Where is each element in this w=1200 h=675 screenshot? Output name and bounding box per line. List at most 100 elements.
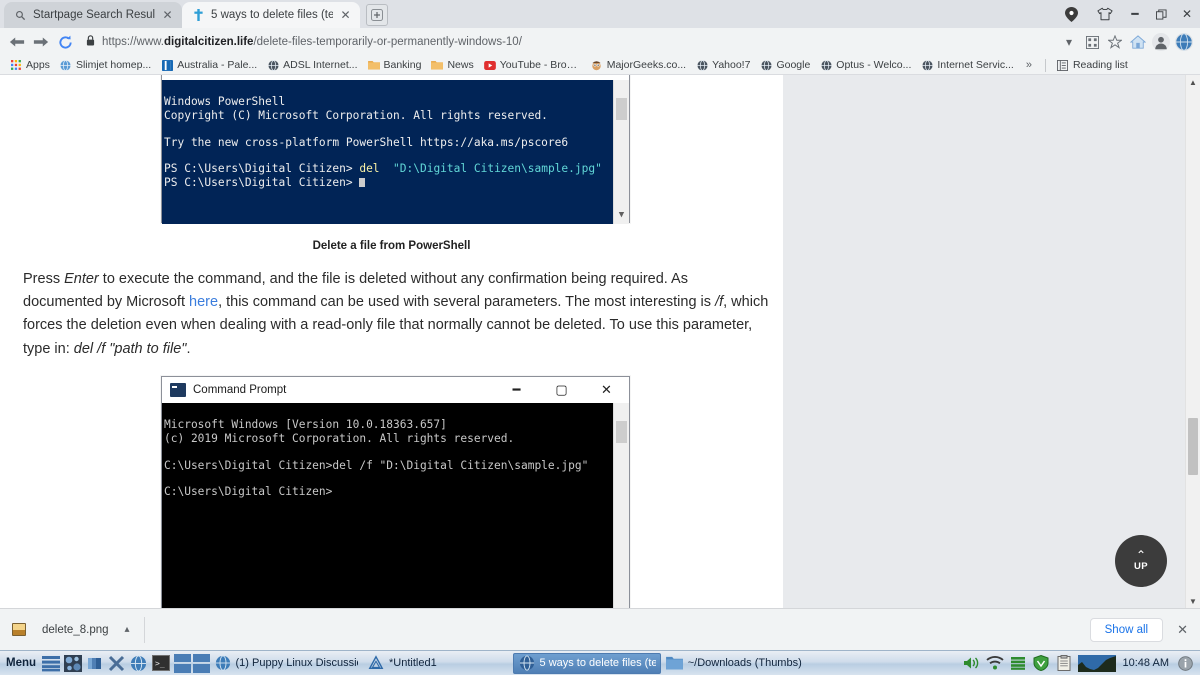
- wallpaper-icon[interactable]: [63, 654, 82, 673]
- clipboard-icon[interactable]: [1055, 654, 1074, 673]
- command-prompt-icon: [170, 383, 186, 397]
- start-menu-button[interactable]: Menu: [0, 657, 41, 669]
- x-close-icon[interactable]: [107, 654, 126, 673]
- bookmark-google[interactable]: Google: [756, 58, 814, 72]
- terminal-icon[interactable]: >_: [151, 654, 170, 673]
- reload-button-icon[interactable]: [54, 31, 76, 53]
- page-scrollbar[interactable]: ▲ ▼: [1185, 75, 1200, 608]
- cmd-scrollbar-thumb[interactable]: [616, 421, 627, 443]
- cmd-maximize-button[interactable]: ▢: [539, 377, 584, 403]
- bookmark-adsl-internet[interactable]: ADSL Internet...: [263, 58, 361, 72]
- system-tray: 10:48 AM: [963, 654, 1200, 673]
- bookmark-majorgeeks[interactable]: MajorGeeks.co...: [587, 58, 690, 72]
- bookmark-australia-pale[interactable]: Australia - Pale...: [157, 58, 261, 72]
- taskbar-task-puppy-linux-discussion[interactable]: (1) Puppy Linux Discussion: [210, 653, 362, 674]
- new-tab-button[interactable]: [366, 4, 388, 26]
- scroll-to-top-button[interactable]: ⌃ UP: [1115, 535, 1167, 587]
- command-prompt-scrollbar[interactable]: ▲: [613, 403, 629, 608]
- qr-code-icon[interactable]: [1082, 32, 1102, 52]
- page-scroll-down-icon[interactable]: ▼: [1186, 594, 1200, 608]
- home-icon[interactable]: [1128, 32, 1148, 52]
- bookmark-internet-service[interactable]: Internet Servic...: [917, 58, 1017, 72]
- profile-avatar-icon[interactable]: [1151, 32, 1171, 52]
- bookmark-news[interactable]: News: [427, 58, 477, 72]
- cmd-minimize-button[interactable]: ━: [494, 377, 539, 403]
- taskbar-launchers: >_: [41, 654, 174, 673]
- forward-button-icon[interactable]: [30, 31, 52, 53]
- tab-startpage-search-results[interactable]: Startpage Search Results ✕: [4, 2, 182, 28]
- cmd-line: (c) 2019 Microsoft Corporation. All righ…: [164, 431, 515, 445]
- paragraph-text: , this command can be used with several …: [218, 294, 716, 311]
- bookmark-star-icon[interactable]: [1105, 32, 1125, 52]
- bookmark-youtube[interactable]: YouTube - Broa...: [480, 58, 585, 72]
- window-minimize-button[interactable]: ━: [1122, 0, 1148, 28]
- command-prompt-console-output[interactable]: Microsoft Windows [Version 10.0.18363.65…: [162, 403, 629, 608]
- bookmark-yahoo7[interactable]: Yahoo!7: [692, 58, 754, 72]
- page-scrollbar-thumb[interactable]: [1188, 418, 1198, 475]
- geany-icon: [366, 654, 385, 673]
- close-downloads-bar-icon[interactable]: ✕: [1177, 622, 1188, 638]
- search-icon: [14, 9, 27, 22]
- paragraph-text: .: [186, 340, 191, 357]
- wifi-icon[interactable]: [986, 654, 1005, 673]
- bookmark-optus-welcome[interactable]: Optus - Welco...: [816, 58, 915, 72]
- info-icon[interactable]: [1176, 654, 1195, 673]
- bookmarks-bar: Apps Slimjet homep... Australia - Pale..…: [0, 56, 1200, 75]
- bookmark-banking[interactable]: Banking: [364, 58, 426, 72]
- t-shirt-icon[interactable]: [1088, 7, 1122, 21]
- show-all-downloads-button[interactable]: Show all: [1089, 617, 1164, 642]
- taskbar-task-5-ways-to-delete-files[interactable]: 5 ways to delete files (ten: [512, 652, 661, 674]
- scroll-down-icon[interactable]: ▼: [614, 208, 629, 224]
- reading-list-label: Reading list: [1072, 59, 1128, 71]
- volume-icon[interactable]: [963, 654, 982, 673]
- downloads-bar-actions: Show all ✕: [1089, 617, 1188, 642]
- tab-close-icon[interactable]: ✕: [339, 9, 352, 21]
- bookmark-apps[interactable]: Apps: [6, 58, 54, 72]
- chevron-down-icon[interactable]: ▾: [1059, 32, 1079, 52]
- powershell-scrollbar-thumb[interactable]: [616, 98, 627, 120]
- back-button-icon[interactable]: [6, 31, 28, 53]
- files-icon[interactable]: [85, 654, 104, 673]
- globe-icon: [518, 654, 536, 673]
- window-restore-button[interactable]: [1148, 0, 1174, 28]
- bookmarks-overflow-icon[interactable]: »: [1020, 59, 1038, 71]
- window-close-button[interactable]: ✕: [1174, 0, 1200, 28]
- bookmark-label: MajorGeeks.co...: [606, 59, 687, 71]
- download-item-delete-8-png[interactable]: delete_8.png ▴: [12, 623, 130, 636]
- taskbar-clock[interactable]: 10:48 AM: [1120, 657, 1172, 669]
- tab-5-ways-to-delete-files[interactable]: 5 ways to delete files (temp ✕: [182, 2, 360, 28]
- shield-icon[interactable]: [1032, 654, 1051, 673]
- tab-close-icon[interactable]: ✕: [161, 9, 174, 21]
- globe-icon: [60, 59, 72, 71]
- tab-strip: Startpage Search Results ✕ 5 ways to del…: [0, 0, 1200, 28]
- globe-icon: [760, 59, 772, 71]
- powershell-scrollbar[interactable]: ▲ ▼: [613, 80, 629, 224]
- download-file-name: delete_8.png: [42, 623, 109, 636]
- workspace-switcher-icon[interactable]: [174, 653, 211, 673]
- cpu-graph-icon[interactable]: [1077, 654, 1116, 673]
- chevron-up-icon: ⌃: [1135, 547, 1147, 562]
- menu-lines-icon[interactable]: [41, 654, 60, 673]
- powershell-line: Windows PowerShell: [164, 95, 286, 109]
- cross-icon: [192, 9, 205, 22]
- powershell-console-output[interactable]: Windows PowerShell Copyright (C) Microso…: [162, 80, 629, 224]
- page-viewport: Windows PowerShell ━ ✕ Windows PowerShel…: [0, 75, 1200, 608]
- globe-icon: [820, 59, 832, 71]
- paragraph-emphasis-enter: Enter: [64, 271, 99, 287]
- powershell-command: del: [359, 162, 380, 176]
- page-scroll-up-icon[interactable]: ▲: [1186, 75, 1200, 89]
- location-pin-icon[interactable]: [1054, 6, 1088, 22]
- bookmark-label: Australia - Pale...: [177, 59, 258, 71]
- address-bar[interactable]: https://www.digitalcitizen.life/delete-f…: [78, 31, 1057, 53]
- globe-icon[interactable]: [129, 654, 148, 673]
- bookmark-slimjet-homepage[interactable]: Slimjet homep...: [56, 58, 155, 72]
- reading-list-button[interactable]: Reading list: [1053, 58, 1132, 72]
- taskbar-task-untitled1[interactable]: *Untitled1: [362, 653, 441, 674]
- taskbar-task-downloads-thumbs[interactable]: ~/Downloads (Thumbs): [661, 653, 806, 674]
- download-menu-chevron-icon[interactable]: ▴: [125, 624, 130, 635]
- microsoft-docs-link[interactable]: here: [189, 294, 218, 310]
- browser-menu-icon[interactable]: [1174, 32, 1194, 52]
- network-icon[interactable]: [1009, 654, 1028, 673]
- window-controls: ━ ✕: [1054, 0, 1200, 28]
- cmd-close-button[interactable]: ✕: [584, 377, 629, 403]
